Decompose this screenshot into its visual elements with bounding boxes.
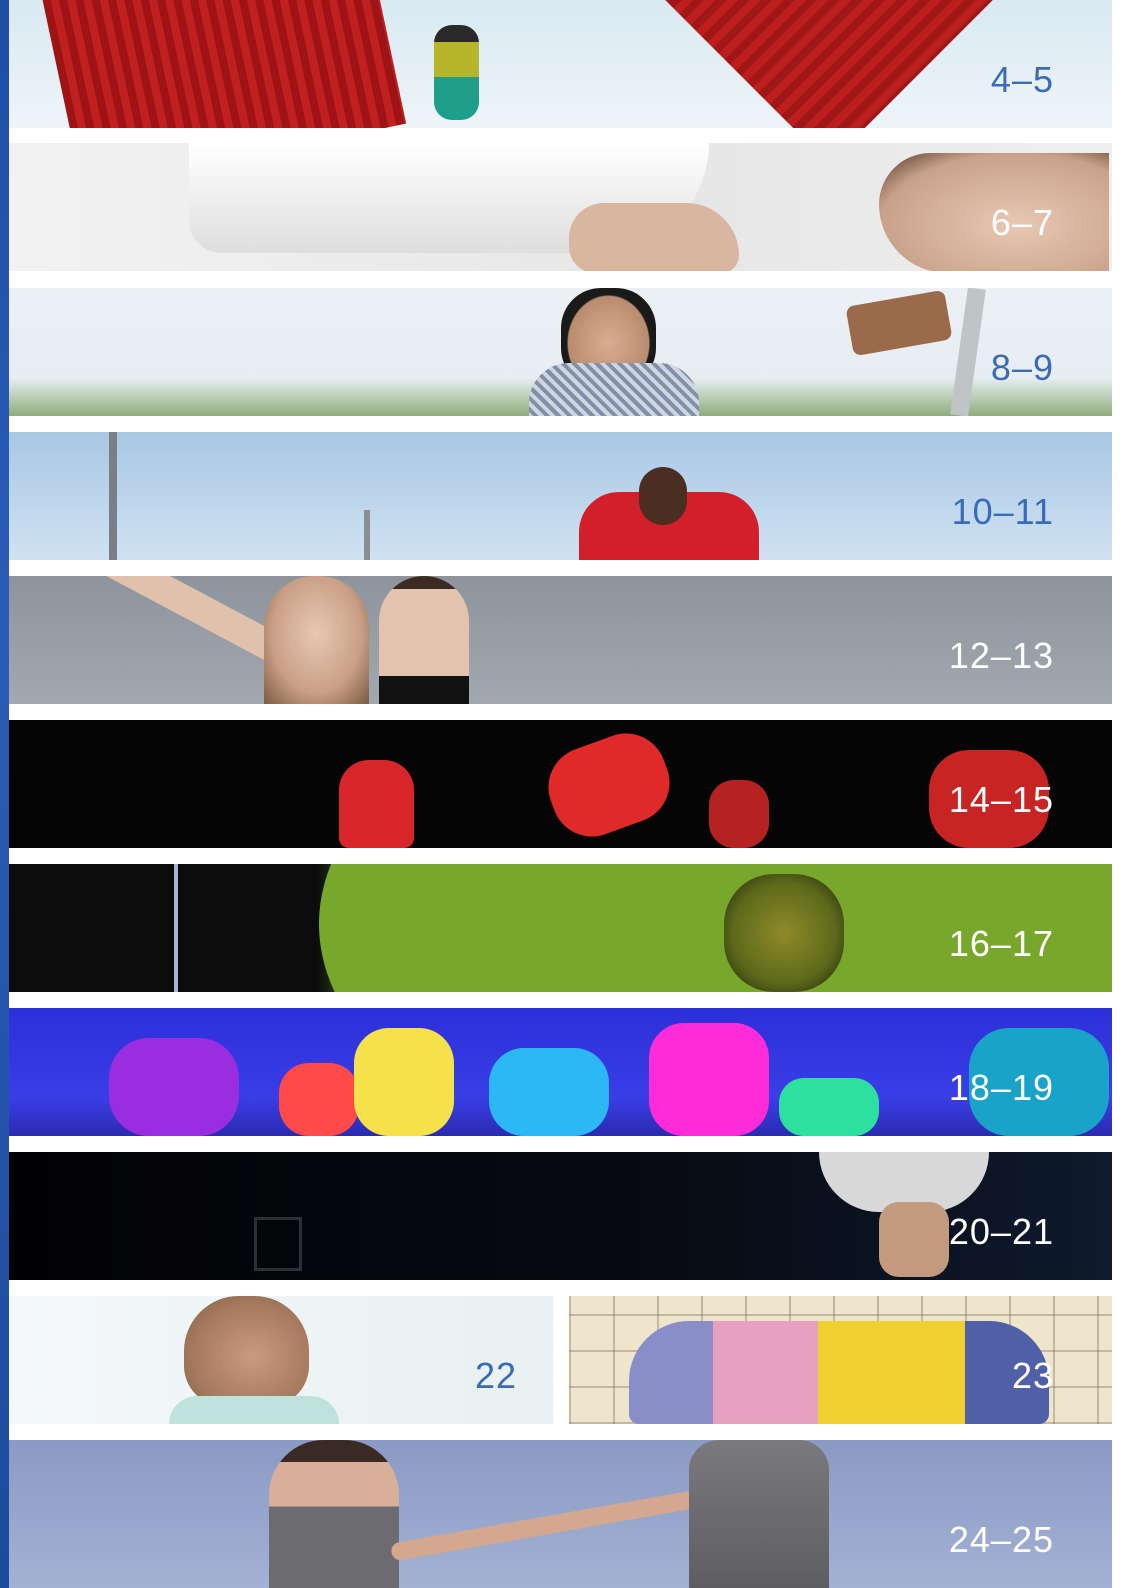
streetlight <box>364 510 370 560</box>
page-range-label: 12–13 <box>948 635 1054 676</box>
page-range-label: 6–7 <box>990 202 1054 243</box>
red-container-left <box>41 0 407 128</box>
page-range-label: 10–11 <box>951 491 1054 532</box>
dancer-head <box>639 467 687 525</box>
photo-strip-24-25[interactable]: 24–25 <box>9 1440 1112 1588</box>
frame-on-wall <box>254 1217 302 1271</box>
dancer-face-right <box>379 576 469 704</box>
scarf-shape <box>529 363 699 416</box>
dancer-2 <box>537 722 681 848</box>
hand-shape <box>569 203 739 271</box>
photo-strip-8-9[interactable]: 8–9 <box>9 288 1112 416</box>
photo-strip-4-5[interactable]: 4–5 <box>9 0 1112 128</box>
dancer-figure <box>434 25 479 120</box>
photo-strip-22[interactable]: 22 <box>9 1296 553 1424</box>
dancer-red <box>279 1063 359 1136</box>
light-line <box>174 864 178 992</box>
photo-strip-14-15[interactable]: 14–15 <box>9 720 1112 848</box>
dancer-cyan <box>489 1048 609 1136</box>
page-edge-strip <box>0 0 9 1588</box>
dancer-1 <box>339 760 414 848</box>
photo-strip-6-7[interactable]: 6–7 <box>9 143 1112 271</box>
dancer-yellow <box>354 1028 454 1136</box>
sculpture-shape <box>845 289 953 357</box>
page-label: 23 <box>1011 1355 1054 1396</box>
dancer-left <box>269 1440 399 1588</box>
page-label: 22 <box>474 1355 517 1396</box>
dancer-3 <box>709 780 769 848</box>
pole-shape <box>950 288 986 416</box>
page-range-label: 14–15 <box>948 779 1054 820</box>
dancer-magenta <box>649 1023 769 1136</box>
pole-left <box>109 432 117 560</box>
photo-strip-10-11[interactable]: 10–11 <box>9 432 1112 560</box>
page-range-label: 16–17 <box>948 923 1054 964</box>
dancer-head <box>724 874 844 992</box>
pile-of-dancers <box>629 1321 1049 1424</box>
photo-strip-18-19[interactable]: 18–19 <box>9 1008 1112 1136</box>
photo-strip-12-13[interactable]: 12–13 <box>9 576 1112 704</box>
photo-strip-16-17[interactable]: 16–17 <box>9 864 1112 992</box>
page-range-label: 20–21 <box>948 1211 1054 1252</box>
hoodie-shape <box>169 1396 339 1424</box>
photo-strip-23[interactable]: 23 <box>569 1296 1112 1424</box>
page-range-label: 18–19 <box>948 1067 1054 1108</box>
dancer-face <box>184 1296 309 1406</box>
dancer-legs <box>879 1202 949 1277</box>
dancer-face-left <box>264 576 369 704</box>
page-range-label: 8–9 <box>990 347 1054 388</box>
page-range-label: 24–25 <box>948 1519 1054 1560</box>
dancer-green <box>779 1078 879 1136</box>
dancer-purple <box>109 1038 239 1136</box>
photo-strip-20-21[interactable]: 20–21 <box>9 1152 1112 1280</box>
red-container-right <box>645 0 1013 128</box>
reaching-arms <box>389 1486 719 1562</box>
page-range-label: 4–5 <box>990 59 1054 100</box>
dancer-right <box>689 1440 829 1588</box>
